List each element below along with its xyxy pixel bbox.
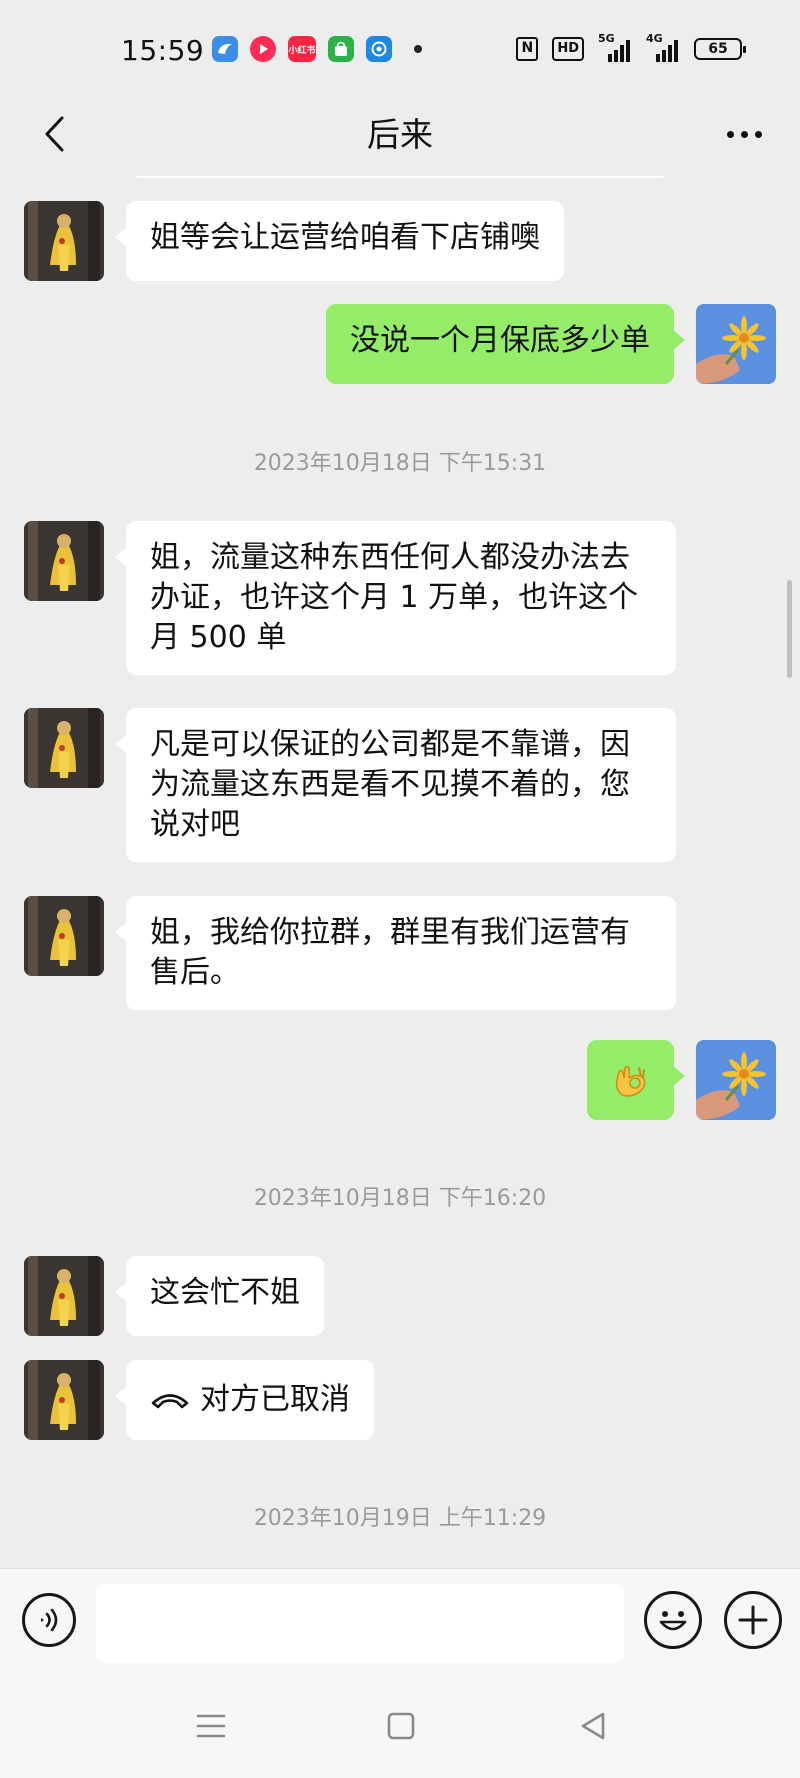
previous-message-bubble [132, 176, 668, 178]
voice-icon [41, 1608, 58, 1632]
browser-app-icon [366, 36, 392, 62]
more-dot [754, 130, 762, 138]
message-bubble[interactable]: 凡是可以保证的公司都是不靠谱，因为流量这东西是看不见摸不着的，您说对吧 [115, 708, 676, 862]
menu-key[interactable] [191, 1706, 231, 1746]
xiaohongshu-app-icon: 小红书 [288, 36, 316, 62]
scrollbar[interactable] [787, 580, 792, 678]
message-timestamp: 2023年10月18日 下午16:20 [253, 1186, 547, 1211]
more-button[interactable] [716, 112, 772, 156]
contact-avatar[interactable] [24, 1256, 104, 1336]
message-timestamp: 2023年10月18日 下午15:31 [253, 451, 547, 476]
contact-avatar[interactable] [24, 708, 104, 788]
bird-app-icon [212, 36, 238, 62]
signal-4g-icon: 4G [646, 32, 680, 62]
notification-icons: 小红书 [212, 36, 422, 62]
battery-icon: 65 [694, 38, 746, 60]
message-timestamp: 2023年10月19日 上午11:29 [253, 1506, 547, 1531]
shopping-bag-app-icon [328, 36, 354, 62]
contact-avatar[interactable] [24, 201, 104, 281]
message-input[interactable] [96, 1584, 624, 1662]
input-bar [0, 1568, 800, 1672]
message-bubble[interactable]: 没说一个月保底多少单 [326, 304, 685, 384]
system-navigation-bar [0, 1672, 800, 1778]
contact-avatar[interactable] [24, 521, 104, 601]
plus-icon [738, 1605, 768, 1635]
system-indicators: N HD 5G 4G 65 [516, 32, 746, 62]
call-status-text: 对方已取消 [200, 1382, 350, 1417]
triangle-back-icon [581, 1712, 605, 1740]
status-bar: 15:59 小红书 N HD 5G 4G 65 [0, 0, 800, 92]
video-app-icon [250, 36, 276, 62]
home-key[interactable] [381, 1706, 421, 1746]
home-icon [387, 1712, 415, 1740]
status-time: 15:59 [121, 34, 205, 67]
message-bubble[interactable]: 姐等会让运营给咱看下店铺噢 [115, 201, 564, 281]
message-bubble[interactable]: 姐，流量这种东西任何人都没办法去办证，也许这个月 1 万单，也许这个月 500 … [115, 521, 676, 675]
message-list[interactable]: 姐等会让运营给咱看下店铺噢 没说一个月保底多少单 2023年10月18日 下午1… [0, 176, 800, 1568]
signal-4g-label: 4G [646, 32, 663, 45]
more-dot [726, 130, 734, 138]
more-dot [740, 130, 748, 138]
signal-5g-icon: 5G [598, 32, 632, 62]
signal-5g-label: 5G [598, 32, 615, 45]
nfc-icon: N [516, 37, 539, 61]
menu-icon [196, 1714, 226, 1738]
my-avatar[interactable] [696, 304, 776, 384]
plus-button[interactable] [724, 1591, 782, 1649]
chat-header: 后来 [0, 92, 800, 176]
emoji-button[interactable] [644, 1591, 702, 1649]
emoji-message-bubble[interactable] [587, 1040, 685, 1120]
my-avatar[interactable] [696, 1040, 776, 1120]
voice-button[interactable] [22, 1593, 76, 1647]
chat-title: 后来 [367, 115, 433, 154]
emoji-icon [659, 1611, 687, 1631]
phone-hangup-icon [151, 1394, 189, 1409]
message-bubble[interactable]: 姐，我给你拉群，群里有我们运营有售后。 [115, 896, 676, 1010]
ok-hand-emoji [615, 1065, 645, 1097]
contact-avatar[interactable] [24, 1360, 104, 1440]
call-record-bubble[interactable]: 对方已取消 [115, 1360, 374, 1440]
message-bubble[interactable]: 这会忙不姐 [115, 1256, 324, 1336]
hd-voice-icon: HD [552, 37, 584, 61]
contact-avatar[interactable] [24, 896, 104, 976]
back-key[interactable] [573, 1706, 613, 1746]
more-notifications-dot [414, 45, 422, 53]
